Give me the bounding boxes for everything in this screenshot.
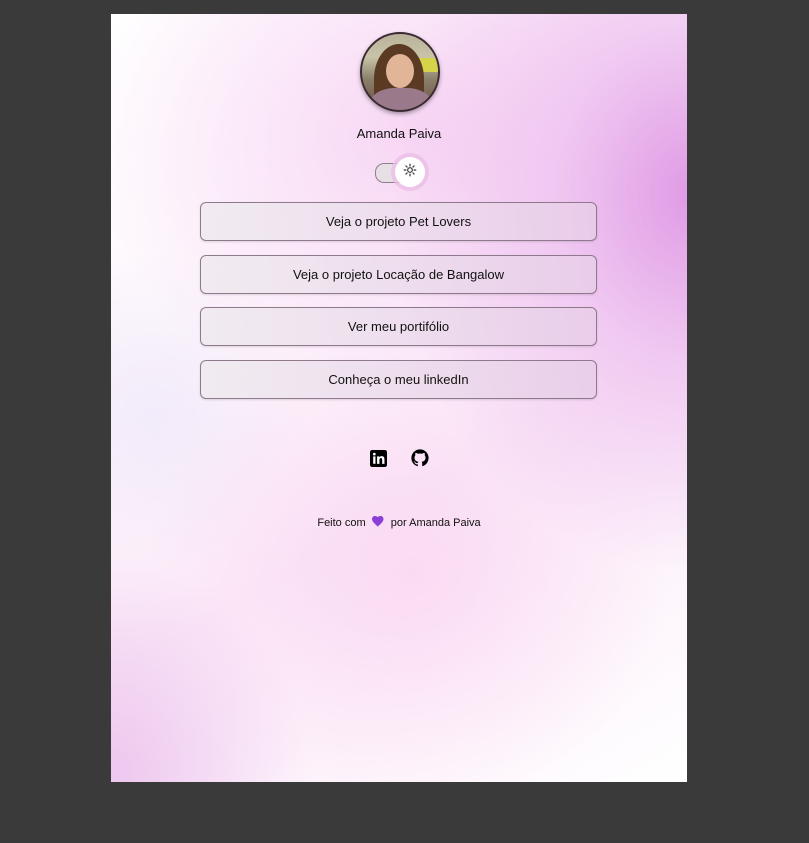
page-container: Amanda Paiva Veja o projeto Pet Lovers V… xyxy=(111,14,687,782)
github-icon[interactable] xyxy=(410,448,430,468)
footer: Feito com por Amanda Paiva xyxy=(111,516,687,530)
theme-toggle-knob[interactable] xyxy=(395,157,425,187)
link-button-portfolio[interactable]: Ver meu portifólio xyxy=(200,307,597,346)
link-button-bangalow[interactable]: Veja o projeto Locação de Bangalow xyxy=(200,255,597,294)
linkedin-icon[interactable] xyxy=(368,448,388,468)
profile-name: Amanda Paiva xyxy=(356,126,442,141)
avatar xyxy=(360,32,440,112)
footer-text-after: por Amanda Paiva xyxy=(390,517,481,529)
footer-text-before: Feito com xyxy=(317,517,366,529)
link-button-linkedin[interactable]: Conheça o meu linkedIn xyxy=(200,360,597,399)
link-button-pet-lovers[interactable]: Veja o projeto Pet Lovers xyxy=(200,202,597,241)
heart-icon xyxy=(371,516,384,530)
sun-icon xyxy=(403,163,417,182)
